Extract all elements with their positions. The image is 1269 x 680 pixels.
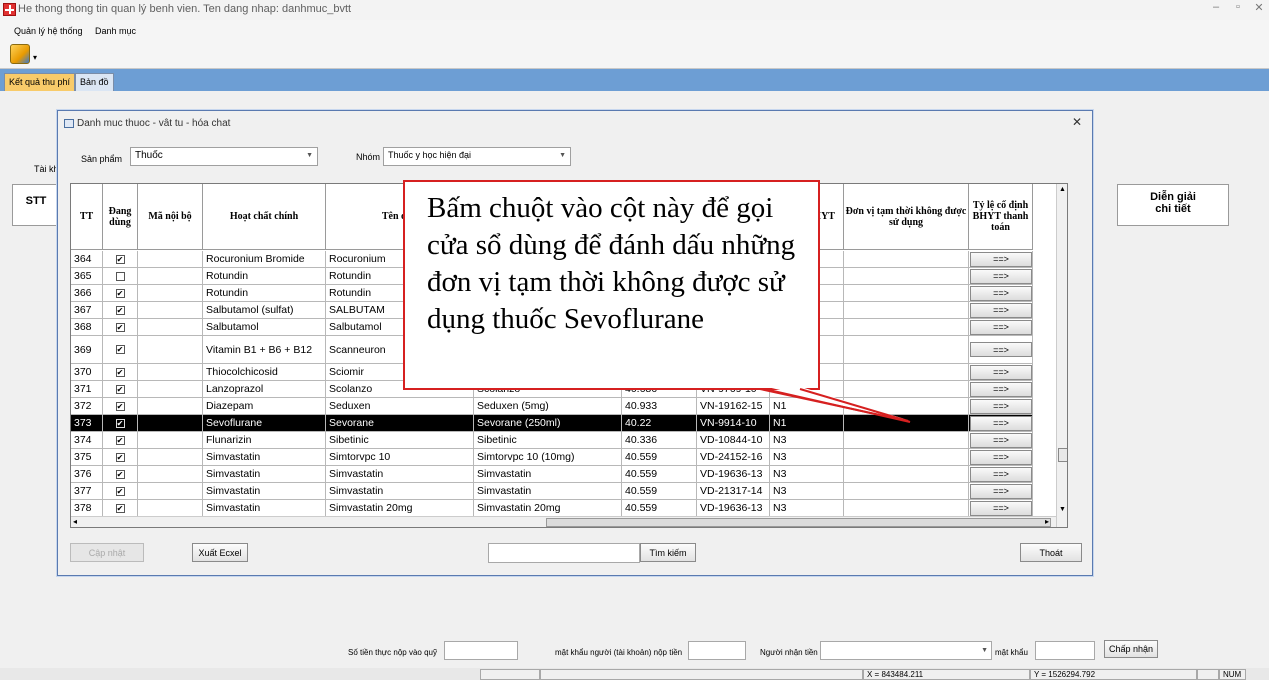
status-num: NUM bbox=[1219, 669, 1246, 680]
status-panel bbox=[1197, 669, 1219, 680]
callout-tail-cover bbox=[759, 386, 909, 422]
status-y: Y = 1526294.792 bbox=[1030, 669, 1197, 680]
status-panel bbox=[540, 669, 863, 680]
mat-khau-nguoi-nop-label: mật khẩu người (tài khoản) nộp tiền bbox=[555, 648, 683, 657]
status-panel bbox=[480, 669, 540, 680]
chap-nhan-button[interactable]: Chấp nhận bbox=[1104, 640, 1158, 658]
mat-khau-nguoi-nop-input[interactable] bbox=[688, 641, 746, 660]
nguoi-nhan-select[interactable]: ▼ bbox=[820, 641, 992, 660]
mat-khau-label: mật khẩu bbox=[995, 648, 1028, 657]
mat-khau-input[interactable] bbox=[1035, 641, 1095, 660]
so-tien-label: Số tiền thực nộp vào quỹ bbox=[348, 648, 437, 657]
so-tien-input[interactable] bbox=[444, 641, 518, 660]
chevron-down-icon: ▼ bbox=[981, 647, 988, 654]
status-x: X = 843484.211 bbox=[863, 669, 1030, 680]
nguoi-nhan-label: Người nhận tiền bbox=[760, 648, 818, 657]
